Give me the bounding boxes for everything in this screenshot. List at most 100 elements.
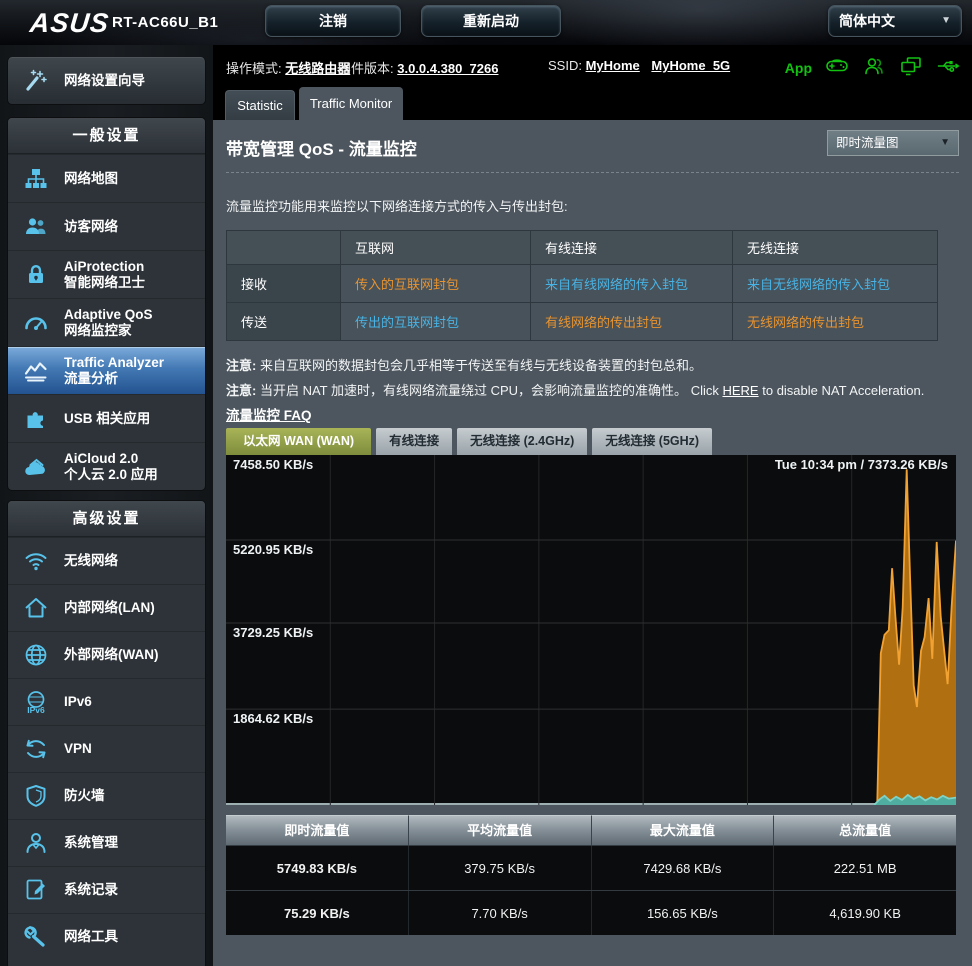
reboot-button[interactable]: 重新启动 (421, 5, 561, 37)
main-area: 操作模式: 无线路由器 固件版本: 3.0.0.4.380_7266 SSID:… (213, 45, 972, 966)
note-1: 注意: 来自互联网的数据封包会几乎相等于传送至有线与无线设备装置的封包总和。 (226, 355, 702, 374)
sidebar-item-label: 外部网络(WAN) (64, 647, 159, 663)
firmware-label: 固件版本: (338, 61, 394, 76)
home-icon (8, 595, 64, 621)
sidebar-item-adaptive-qos[interactable]: Adaptive QoS 网络监控家 (8, 298, 205, 346)
sidebar-item-label: 网络设置向导 (64, 73, 145, 89)
svg-text:IPv6: IPv6 (27, 705, 45, 715)
wand-icon (8, 68, 64, 94)
chart-tab-wireless-24[interactable]: 无线连接 (2.4GHz) (457, 428, 587, 455)
usb-app-icon[interactable] (936, 54, 960, 81)
app-link[interactable]: App (785, 60, 812, 76)
stats-header-total: 总流量值 (774, 815, 956, 845)
chart-tab-wired[interactable]: 有线连接 (376, 428, 452, 455)
stats-header-maximum: 最大流量值 (592, 815, 775, 845)
upload-current: 75.29 KB/s (226, 891, 409, 935)
operation-mode: 操作模式: 无线路由器 (226, 58, 350, 77)
ssid-link-24[interactable]: MyHome (586, 58, 640, 73)
traffic-chart: 7458.50 KB/s 5220.95 KB/s 3729.25 KB/s 1… (226, 455, 956, 805)
item-label-line1: Adaptive QoS (64, 307, 153, 323)
vpn-icon (8, 736, 64, 762)
logout-button[interactable]: 注销 (265, 5, 401, 37)
y-axis-label: 1864.62 KB/s (233, 711, 313, 726)
chart-tab-wireless-5[interactable]: 无线连接 (5GHz) (592, 428, 712, 455)
note-text: 当开启 NAT 加速时，有线网络流量绕过 CPU，会影响流量监控的准确性。 (260, 383, 687, 398)
firmware-version: 固件版本: 3.0.0.4.380_7266 (338, 58, 498, 77)
sidebar-item-vpn[interactable]: VPN (8, 725, 205, 772)
header-empty (227, 231, 341, 265)
sidebar-item-label: Adaptive QoS 网络监控家 (64, 307, 153, 339)
op-mode-label: 操作模式: (226, 61, 282, 76)
link-wireless-rx[interactable]: 来自无线网络的传入封包 (747, 277, 890, 292)
sidebar-item-traffic-analyzer[interactable]: Traffic Analyzer 流量分析 (8, 346, 205, 394)
ssid-label: SSID: (548, 58, 582, 73)
header-wireless: 无线连接 (733, 231, 938, 265)
remote-screens-icon[interactable] (899, 54, 923, 81)
note-2: 注意: 当开启 NAT 加速时，有线网络流量绕过 CPU，会影响流量监控的准确性… (226, 380, 924, 399)
asus-logo: ASUS (28, 8, 110, 39)
tab-statistic[interactable]: Statistic (225, 90, 295, 120)
sidebar-item-ipv6[interactable]: IPv6 IPv6 (8, 678, 205, 725)
lock-icon (8, 262, 64, 288)
sidebar-item-guest-network[interactable]: 访客网络 (8, 202, 205, 250)
chart-interface-tabs: 以太网 WAN (WAN) 有线连接 无线连接 (2.4GHz) 无线连接 (5… (226, 428, 712, 455)
note-link-pre: Click (691, 383, 719, 398)
sidebar: 网络设置向导 一般设置 网络地图 (0, 45, 213, 966)
sidebar-item-firewall[interactable]: 防火墙 (8, 772, 205, 819)
sidebar-item-quick-setup-wizard[interactable]: 网络设置向导 (7, 57, 206, 105)
ssid-group: SSID: MyHome MyHome_5G (548, 58, 730, 73)
gauge-icon (8, 310, 64, 336)
download-maximum: 7429.68 KB/s (592, 846, 775, 890)
sidebar-item-label: 内部网络(LAN) (64, 600, 155, 616)
link-wired-tx[interactable]: 有线网络的传出封包 (545, 315, 662, 330)
chevron-down-icon: ▼ (941, 6, 951, 36)
traffic-chart-canvas (226, 455, 956, 805)
stats-row-download: 5749.83 KB/s 379.75 KB/s 7429.68 KB/s 22… (226, 845, 956, 890)
sidebar-item-network-map[interactable]: 网络地图 (8, 154, 205, 202)
sidebar-item-system-log[interactable]: 系统记录 (8, 866, 205, 913)
section-title-advanced: 高级设置 (8, 501, 205, 537)
disable-nat-link[interactable]: HERE (722, 383, 758, 398)
sidebar-section-general: 一般设置 网络地图 访客网络 (7, 117, 206, 491)
section-title-general: 一般设置 (8, 118, 205, 154)
language-select[interactable]: 简体中文 ▼ (828, 5, 962, 37)
ssid-link-5g[interactable]: MyHome_5G (651, 58, 730, 73)
title-divider (226, 172, 959, 173)
chart-tab-wan[interactable]: 以太网 WAN (WAN) (226, 428, 371, 455)
link-wired-rx[interactable]: 来自有线网络的传入封包 (545, 277, 688, 292)
sidebar-item-administration[interactable]: 系统管理 (8, 819, 205, 866)
sidebar-item-label: 系统管理 (64, 835, 118, 851)
link-internet-rx[interactable]: 传入的互联网封包 (355, 277, 459, 292)
row-label-transmit: 传送 (227, 303, 341, 341)
client-list-icon[interactable] (862, 54, 886, 81)
traffic-chart-icon (8, 358, 64, 384)
note-link-post: to disable NAT Acceleration. (762, 383, 924, 398)
sidebar-item-label: Traffic Analyzer 流量分析 (64, 355, 164, 387)
sidebar-item-wan[interactable]: 外部网络(WAN) (8, 631, 205, 678)
stats-header-average: 平均流量值 (409, 815, 592, 845)
guest-network-icon (8, 214, 64, 240)
syslog-icon (8, 877, 64, 903)
sidebar-item-label: 网络工具 (64, 929, 118, 945)
sidebar-item-wireless[interactable]: 无线网络 (8, 537, 205, 584)
traffic-stats-table: 即时流量值 平均流量值 最大流量值 总流量值 5749.83 KB/s 379.… (226, 815, 956, 935)
sidebar-item-aicloud[interactable]: AiCloud 2.0 个人云 2.0 应用 (8, 442, 205, 490)
view-mode-select[interactable]: 即时流量图 ▼ (827, 130, 959, 156)
sidebar-item-usb-application[interactable]: USB 相关应用 (8, 394, 205, 442)
firmware-link[interactable]: 3.0.0.4.380_7266 (397, 61, 498, 76)
sidebar-item-label: AiCloud 2.0 个人云 2.0 应用 (64, 451, 158, 483)
sidebar-item-label: AiProtection 智能网络卫士 (64, 259, 145, 291)
game-boost-icon[interactable] (825, 54, 849, 81)
globe-icon (8, 642, 64, 668)
link-internet-tx[interactable]: 传出的互联网封包 (355, 315, 459, 330)
link-wireless-tx[interactable]: 无线网络的传出封包 (747, 315, 864, 330)
traffic-monitor-faq-link[interactable]: 流量监控 FAQ (226, 404, 312, 424)
sidebar-item-network-tools[interactable]: 网络工具 (8, 913, 205, 960)
packet-type-table: 互联网 有线连接 无线连接 接收 传入的互联网封包 来自有线网络的传入封包 来自… (226, 230, 938, 341)
wifi-icon (8, 548, 64, 574)
sidebar-section-advanced: 高级设置 无线网络 内部网络(LAN) (7, 500, 206, 966)
upload-total: 4,619.90 KB (774, 891, 956, 935)
sidebar-item-aiprotection[interactable]: AiProtection 智能网络卫士 (8, 250, 205, 298)
sidebar-item-lan[interactable]: 内部网络(LAN) (8, 584, 205, 631)
tab-traffic-monitor[interactable]: Traffic Monitor (299, 87, 403, 120)
